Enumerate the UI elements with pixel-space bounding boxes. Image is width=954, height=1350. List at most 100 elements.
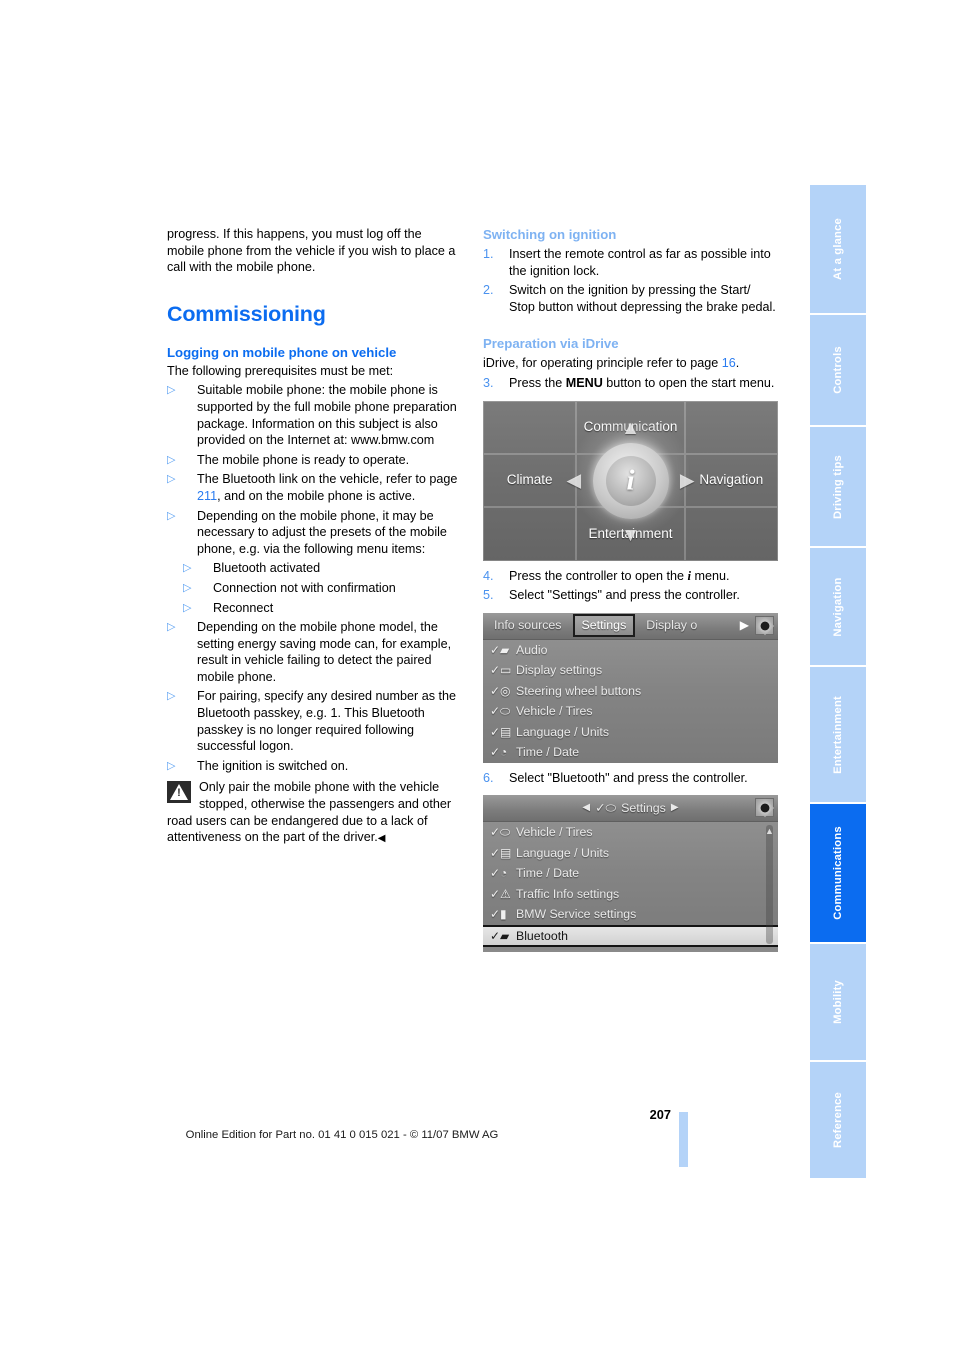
list-item-bluetooth[interactable]: ✓▰ Bluetooth xyxy=(483,924,778,947)
prerequisites-list-continued: ▷ Depending on the mobile phone model, t… xyxy=(167,619,462,774)
list-item[interactable]: ✓▮ BMW Service settings xyxy=(483,904,778,925)
list-item-label: Steering wheel buttons xyxy=(516,683,642,698)
chevron-right-icon: ▶ xyxy=(679,470,695,492)
list-item[interactable]: ✓▤ Language / Units xyxy=(483,843,778,864)
sidebar-tab-at-a-glance[interactable]: At a glance xyxy=(810,185,866,315)
list-item[interactable]: ✓◔ Time / Date xyxy=(483,742,778,763)
list-item[interactable]: ✓◎ Steering wheel buttons xyxy=(483,681,778,702)
idrive-intro: iDrive, for operating principle refer to… xyxy=(483,355,778,372)
list-item: ▷ Bluetooth activated xyxy=(183,560,462,577)
check-vehicle-icon: ✓⬭ xyxy=(595,801,617,816)
check-language-icon: ✓▤ xyxy=(490,845,512,860)
grid-cell-empty xyxy=(483,400,577,454)
list-item[interactable]: ✓⬭ Vehicle / Tires xyxy=(483,822,778,843)
step-number: 1. xyxy=(483,247,494,261)
step-text-after: button to open the start menu. xyxy=(602,375,775,390)
sidebar-tab-driving-tips[interactable]: Driving tips xyxy=(810,427,866,548)
list-item: ▷ Connection not with confirmation xyxy=(183,580,462,597)
step-number: 3. xyxy=(483,375,494,390)
sidebar-tab-mobility[interactable]: Mobility xyxy=(810,944,866,1062)
step-text: Switch on the ignition by pressing the S… xyxy=(509,283,776,314)
triangle-bullet-icon: ▷ xyxy=(167,621,176,634)
end-of-section-marker: ◀ xyxy=(377,833,386,845)
idrive-heading: Preparation via iDrive xyxy=(483,336,619,352)
subsection-title: Logging on mobile phone on vehicle xyxy=(167,344,397,360)
page-reference-link[interactable]: 16 xyxy=(722,356,736,370)
grid-cell-empty xyxy=(684,507,778,561)
prerequisites-list: ▷ Suitable mobile phone: the mobile phon… xyxy=(167,382,462,557)
list-item-bluetooth-link: ▷ The Bluetooth link on the vehicle, ref… xyxy=(167,471,462,504)
idrive-bluetooth-list: ✓⬭ Vehicle / Tires ✓▤ Language / Units ✓… xyxy=(483,822,778,947)
list-item[interactable]: ✓⬭ Vehicle / Tires xyxy=(483,701,778,722)
list-item-label: Time / Date xyxy=(516,745,580,760)
idrive-controller-hub[interactable]: ▲ ▼ ◀ ▶ i xyxy=(567,419,695,545)
step-text: Select "Settings" and press the controll… xyxy=(509,588,740,603)
sidebar-tab-controls[interactable]: Controls xyxy=(810,315,866,427)
list-item: ▷ Suitable mobile phone: the mobile phon… xyxy=(167,382,462,448)
page-reference-link[interactable]: 211 xyxy=(197,489,217,503)
list-item: 6. Select "Bluetooth" and press the cont… xyxy=(483,770,778,787)
chevron-down-icon: ▼ xyxy=(621,524,640,546)
arrow-left-icon[interactable]: ◀ xyxy=(582,800,590,817)
sidebar-tab-navigation[interactable]: Navigation xyxy=(810,548,866,667)
list-item-label: Traffic Info settings xyxy=(516,886,620,901)
list-item-text: Suitable mobile phone: the mobile phone … xyxy=(197,383,457,448)
list-item-label: Language / Units xyxy=(516,845,609,860)
step-text-before: Press the xyxy=(509,375,566,390)
idrive-steps-4-5: 4. Press the controller to open the i me… xyxy=(483,568,778,604)
scrollbar[interactable]: ▲ xyxy=(765,823,774,944)
list-item: 3. Press the MENU button to open the sta… xyxy=(483,375,778,392)
step-number: 2. xyxy=(483,283,494,298)
list-item-label: Display settings xyxy=(516,663,603,678)
check-language-icon: ✓▤ xyxy=(490,724,512,739)
tab-settings[interactable]: Settings xyxy=(572,614,636,638)
triangle-bullet-icon: ▷ xyxy=(183,601,192,614)
triangle-bullet-icon: ▷ xyxy=(167,759,176,772)
sidebar-tab-communications[interactable]: Communications xyxy=(810,804,866,944)
check-steering-wheel-icon: ✓◎ xyxy=(490,683,511,698)
joystick-icon xyxy=(755,798,774,818)
list-item[interactable]: ✓▭ Display settings xyxy=(483,660,778,681)
list-item-label: Vehicle / Tires xyxy=(516,704,593,719)
list-item-label: Time / Date xyxy=(516,866,580,881)
sidebar-tab-reference[interactable]: Reference xyxy=(810,1062,866,1180)
list-item: ▷ Depending on the mobile phone, it may … xyxy=(167,508,462,558)
list-item-text: Depending on the mobile phone, it may be… xyxy=(197,508,447,556)
idrive-settings-screenshot: Info sources Settings Display o ▶ ✓▰ Aud… xyxy=(483,612,778,763)
list-item-text: The mobile phone is ready to operate. xyxy=(197,452,410,467)
step-text-before: Press the controller to open the xyxy=(509,568,688,583)
list-item: ▷ The ignition is switched on. xyxy=(167,758,462,775)
triangle-bullet-icon: ▷ xyxy=(167,384,176,397)
warning-triangle-icon: ! xyxy=(167,781,191,804)
list-item[interactable]: ✓▰ Audio xyxy=(483,640,778,661)
tab-info-sources[interactable]: Info sources xyxy=(487,616,569,635)
page-number: 207 xyxy=(649,1107,671,1122)
sidebar-tab-entertainment[interactable]: Entertainment xyxy=(810,667,866,804)
step-number: 6. xyxy=(483,770,494,785)
menu-item-navigation[interactable]: Navigation xyxy=(684,453,778,508)
tab-display[interactable]: Display o xyxy=(639,616,704,635)
arrow-right-icon[interactable]: ▶ xyxy=(740,617,751,634)
list-item-label: Audio xyxy=(516,642,548,657)
list-item[interactable]: ✓◔ Time / Date xyxy=(483,863,778,884)
sidebar-tab-label: Controls xyxy=(832,346,844,394)
scroll-up-icon[interactable]: ▲ xyxy=(765,823,774,840)
footer-text: Online Edition for Part no. 01 41 0 015 … xyxy=(185,1129,499,1141)
manual-page: progress. If this happens, you must log … xyxy=(0,0,954,1350)
list-item: 5. Select "Settings" and press the contr… xyxy=(483,587,778,604)
list-item: 2. Switch on the ignition by pressing th… xyxy=(483,282,778,315)
triangle-bullet-icon: ▷ xyxy=(183,581,192,594)
intro-paragraph: progress. If this happens, you must log … xyxy=(167,227,456,275)
list-item[interactable]: ✓⚠ Traffic Info settings xyxy=(483,884,778,905)
list-item-label: Vehicle / Tires xyxy=(516,825,593,840)
list-item-text-before: The Bluetooth link on the vehicle, refer… xyxy=(197,472,458,487)
list-item[interactable]: ✓▤ Language / Units xyxy=(483,722,778,743)
grid-cell-empty xyxy=(684,400,778,454)
list-item-label: Language / Units xyxy=(516,724,609,739)
scrollbar-track xyxy=(766,825,773,944)
right-column: Switching on ignition 1. Insert the remo… xyxy=(483,226,778,959)
idrive-start-menu-screenshot: Communication Climate Navigation Enterta… xyxy=(483,400,778,561)
menu-item-climate[interactable]: Climate xyxy=(483,453,577,508)
list-item-label: BMW Service settings xyxy=(516,907,637,922)
arrow-right-icon[interactable]: ▶ xyxy=(671,800,679,817)
